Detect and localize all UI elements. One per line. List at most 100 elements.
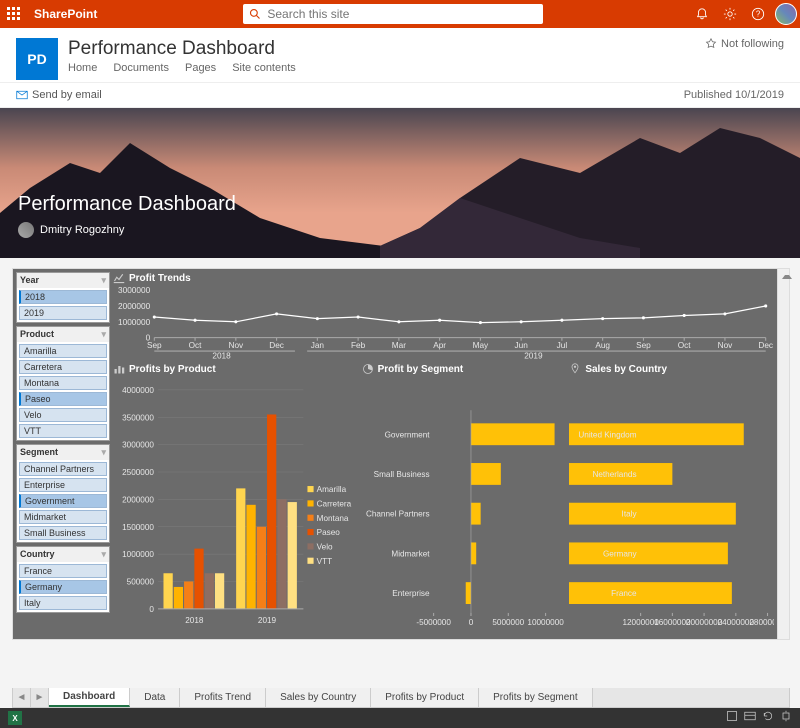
slicer-item[interactable]: Channel Partners — [19, 462, 107, 476]
sheet-tab-dashboard[interactable]: Dashboard — [49, 688, 130, 707]
chart-profits-by-product: Profits by Product 050000010000001500000… — [113, 363, 359, 636]
suite-name[interactable]: SharePoint — [28, 7, 103, 21]
open-icon[interactable] — [780, 709, 792, 727]
filter-icon[interactable]: ▾ — [101, 447, 106, 458]
svg-text:Velo: Velo — [317, 542, 333, 551]
svg-text:Montana: Montana — [317, 514, 349, 523]
svg-text:3000000: 3000000 — [122, 441, 154, 450]
slicer-item[interactable]: Paseo — [19, 392, 107, 406]
author-avatar — [18, 222, 34, 238]
bar-icon — [113, 363, 125, 375]
nav-home[interactable]: Home — [68, 62, 97, 74]
slicer-year: Year ▾ 2018 2019 — [16, 272, 110, 323]
slicer-item[interactable]: Italy — [19, 596, 107, 610]
slicer-item[interactable]: Velo — [19, 408, 107, 422]
slicer-item[interactable]: Midmarket — [19, 510, 107, 524]
excel-web-part: Year▾ 2018 2019 Product▾ Amarilla Carret… — [12, 268, 790, 640]
sheet-prev-icon[interactable]: ◄ — [13, 688, 31, 707]
sheet-tab-sales-by-country[interactable]: Sales by Country — [266, 688, 371, 707]
svg-text:Netherlands: Netherlands — [593, 470, 637, 479]
search-icon — [243, 8, 267, 20]
chart-canvas: GovernmentSmall BusinessChannel Partners… — [362, 377, 567, 636]
slicer-item[interactable]: Montana — [19, 376, 107, 390]
slicer-item[interactable]: Carretera — [19, 360, 107, 374]
nav-documents[interactable]: Documents — [113, 62, 169, 74]
search-box[interactable] — [243, 4, 543, 24]
svg-text:1000000: 1000000 — [118, 318, 151, 327]
chart-title: Profit by Segment — [378, 364, 464, 375]
svg-text:2000000: 2000000 — [118, 302, 151, 311]
sheet-tab-data[interactable]: Data — [130, 688, 180, 707]
chart-title: Profit Trends — [129, 273, 191, 284]
chart-title: Sales by Country — [585, 364, 667, 375]
svg-text:Amarilla: Amarilla — [317, 485, 347, 494]
refresh-icon[interactable] — [762, 709, 774, 727]
chart-view-icon[interactable] — [726, 709, 738, 727]
slicer-item[interactable]: France — [19, 564, 107, 578]
vertical-scrollbar[interactable] — [777, 269, 789, 639]
slicer-item[interactable]: Amarilla — [19, 344, 107, 358]
svg-text:1500000: 1500000 — [122, 523, 154, 532]
data-view-icon[interactable] — [744, 709, 756, 727]
follow-button[interactable]: Not following — [705, 38, 784, 50]
notifications-icon[interactable] — [688, 0, 716, 28]
hero-banner: Performance Dashboard Dmitry Rogozhny — [0, 108, 800, 258]
slicer-item[interactable]: VTT — [19, 424, 107, 438]
slicer-item[interactable]: Germany — [19, 580, 107, 594]
sheet-tab-profits-trend[interactable]: Profits Trend — [180, 688, 266, 707]
slicer-item[interactable]: 2019 — [19, 306, 107, 320]
svg-text:Aug: Aug — [595, 341, 610, 350]
slicer-country: Country▾ France Germany Italy — [16, 546, 110, 613]
filter-icon[interactable]: ▾ — [101, 549, 106, 560]
slicer-title: Segment — [20, 447, 58, 458]
svg-text:Feb: Feb — [351, 341, 366, 350]
slicer-item[interactable]: Government — [19, 494, 107, 508]
svg-text:-5000000: -5000000 — [416, 618, 451, 627]
app-launcher-icon[interactable] — [0, 7, 28, 21]
svg-text:Mar: Mar — [392, 341, 406, 350]
filter-icon[interactable]: ▾ — [101, 329, 106, 340]
chart-canvas: United KingdomNetherlandsItalyGermanyFra… — [569, 377, 774, 636]
sheet-tab-profits-by-product[interactable]: Profits by Product — [371, 688, 479, 707]
svg-text:Enterprise: Enterprise — [392, 589, 430, 598]
page-title: Performance Dashboard — [18, 193, 236, 216]
sheet-tab-profits-by-segment[interactable]: Profits by Segment — [479, 688, 592, 707]
svg-text:Oct: Oct — [678, 341, 692, 350]
chart-profit-trends: Profit Trends 0100000020000003000000SepO… — [113, 272, 774, 360]
svg-text:Germany: Germany — [603, 549, 638, 558]
svg-text:Paseo: Paseo — [317, 528, 341, 537]
slicer-item[interactable]: 2018 — [19, 290, 107, 304]
chart-sales-by-country: Sales by Country United Kingdom Netherlan… — [569, 363, 774, 636]
site-title[interactable]: Performance Dashboard — [68, 38, 296, 60]
svg-text:Small Business: Small Business — [373, 470, 429, 479]
suite-actions: ? — [688, 0, 800, 28]
slicer-title: Year — [20, 275, 39, 286]
filter-icon[interactable]: ▾ — [101, 275, 106, 286]
svg-text:United Kingdom: United Kingdom — [579, 430, 637, 439]
excel-icon[interactable]: X — [8, 711, 22, 725]
send-by-email-button[interactable]: Send by email — [16, 89, 102, 101]
site-header: PD Performance Dashboard Home Documents … — [0, 28, 800, 82]
chart-profit-by-segment: Profit by Segment GovernmentSmall Busine… — [362, 363, 567, 636]
svg-text:Dec: Dec — [758, 341, 773, 350]
slicer-item[interactable]: Enterprise — [19, 478, 107, 492]
svg-text:Carretera: Carretera — [317, 500, 352, 509]
nav-pages[interactable]: Pages — [185, 62, 216, 74]
svg-text:Jun: Jun — [514, 341, 528, 350]
site-logo[interactable]: PD — [16, 38, 58, 80]
sheet-next-icon[interactable]: ► — [31, 688, 49, 707]
slicer-item[interactable]: Small Business — [19, 526, 107, 540]
help-icon[interactable]: ? — [744, 0, 772, 28]
svg-text:France: France — [611, 589, 637, 598]
user-avatar[interactable] — [772, 0, 800, 28]
svg-text:Nov: Nov — [228, 341, 244, 350]
settings-icon[interactable] — [716, 0, 744, 28]
slicer-segment: Segment ▾ Channel Partners Enterprise Gov… — [16, 444, 110, 543]
search-input[interactable] — [267, 7, 543, 21]
svg-text:500000: 500000 — [127, 578, 155, 587]
author-line: Dmitry Rogozhny — [18, 222, 236, 238]
pin-icon — [569, 363, 581, 375]
chart-canvas: 0500000100000015000002000000250000030000… — [113, 377, 359, 636]
site-nav: Home Documents Pages Site contents — [68, 62, 296, 74]
nav-contents[interactable]: Site contents — [232, 62, 296, 74]
